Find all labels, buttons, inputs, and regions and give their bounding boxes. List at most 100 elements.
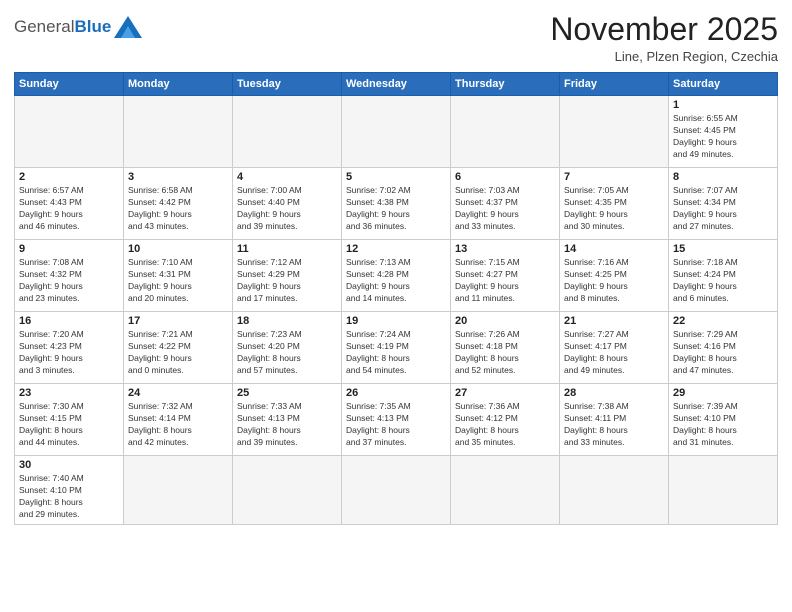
calendar-cell: 20 Sunrise: 7:26 AM Sunset: 4:18 PM Dayli… xyxy=(451,312,560,384)
calendar-week-row: 16Sunrise: 7:20 AM Sunset: 4:23 PM Dayli… xyxy=(15,312,778,384)
day-number: 12 xyxy=(346,243,446,255)
day-info: Sunrise: 7:24 AM Sunset: 4:19 PM Dayligh… xyxy=(346,329,446,377)
day-info: Sunrise: 7:38 AM Sunset: 4:11 PM Dayligh… xyxy=(564,401,664,449)
day-info: Sunrise: 7:07 AM Sunset: 4:34 PM Dayligh… xyxy=(673,185,773,233)
calendar-cell: 3 Sunrise: 6:58 AM Sunset: 4:42 PM Daylig… xyxy=(124,168,233,240)
day-number: 2 xyxy=(19,171,119,183)
calendar-cell: 7 Sunrise: 7:05 AM Sunset: 4:35 PM Daylig… xyxy=(560,168,669,240)
day-number: 4 xyxy=(237,171,337,183)
calendar-cell: 18Sunrise: 7:23 AM Sunset: 4:20 PM Dayli… xyxy=(233,312,342,384)
calendar-cell: 27 Sunrise: 7:36 AM Sunset: 4:12 PM Dayli… xyxy=(451,384,560,456)
day-info: Sunrise: 7:00 AM Sunset: 4:40 PM Dayligh… xyxy=(237,185,337,233)
calendar-cell: 16Sunrise: 7:20 AM Sunset: 4:23 PM Dayli… xyxy=(15,312,124,384)
day-number: 27 xyxy=(455,387,555,399)
calendar-cell xyxy=(669,456,778,525)
logo-blue-text: Blue xyxy=(74,17,111,37)
day-info: Sunrise: 7:13 AM Sunset: 4:28 PM Dayligh… xyxy=(346,257,446,305)
calendar-cell: 30 Sunrise: 7:40 AM Sunset: 4:10 PM Dayli… xyxy=(15,456,124,525)
calendar-week-row: 2Sunrise: 6:57 AM Sunset: 4:43 PM Daylig… xyxy=(15,168,778,240)
day-number: 26 xyxy=(346,387,446,399)
day-number: 19 xyxy=(346,315,446,327)
day-info: Sunrise: 7:15 AM Sunset: 4:27 PM Dayligh… xyxy=(455,257,555,305)
calendar-cell: 11 Sunrise: 7:12 AM Sunset: 4:29 PM Dayli… xyxy=(233,240,342,312)
day-info: Sunrise: 7:35 AM Sunset: 4:13 PM Dayligh… xyxy=(346,401,446,449)
weekday-header: Sunday xyxy=(15,73,124,96)
day-info: Sunrise: 7:02 AM Sunset: 4:38 PM Dayligh… xyxy=(346,185,446,233)
day-info: Sunrise: 7:03 AM Sunset: 4:37 PM Dayligh… xyxy=(455,185,555,233)
calendar-cell: 2Sunrise: 6:57 AM Sunset: 4:43 PM Daylig… xyxy=(15,168,124,240)
day-info: Sunrise: 7:05 AM Sunset: 4:35 PM Dayligh… xyxy=(564,185,664,233)
calendar-cell: 15 Sunrise: 7:18 AM Sunset: 4:24 PM Dayli… xyxy=(669,240,778,312)
day-info: Sunrise: 7:26 AM Sunset: 4:18 PM Dayligh… xyxy=(455,329,555,377)
logo-general-text: General xyxy=(14,17,74,37)
weekday-header: Friday xyxy=(560,73,669,96)
logo: General Blue xyxy=(14,16,142,38)
day-number: 6 xyxy=(455,171,555,183)
day-info: Sunrise: 7:29 AM Sunset: 4:16 PM Dayligh… xyxy=(673,329,773,377)
calendar-cell: 13 Sunrise: 7:15 AM Sunset: 4:27 PM Dayli… xyxy=(451,240,560,312)
calendar-cell: 10Sunrise: 7:10 AM Sunset: 4:31 PM Dayli… xyxy=(124,240,233,312)
calendar-cell: 9 Sunrise: 7:08 AM Sunset: 4:32 PM Daylig… xyxy=(15,240,124,312)
calendar-cell xyxy=(451,456,560,525)
calendar-cell: 22Sunrise: 7:29 AM Sunset: 4:16 PM Dayli… xyxy=(669,312,778,384)
day-info: Sunrise: 7:39 AM Sunset: 4:10 PM Dayligh… xyxy=(673,401,773,449)
calendar-cell: 25Sunrise: 7:33 AM Sunset: 4:13 PM Dayli… xyxy=(233,384,342,456)
calendar-cell xyxy=(342,96,451,168)
calendar-cell xyxy=(15,96,124,168)
day-number: 20 xyxy=(455,315,555,327)
day-number: 7 xyxy=(564,171,664,183)
day-info: Sunrise: 7:20 AM Sunset: 4:23 PM Dayligh… xyxy=(19,329,119,377)
calendar-cell xyxy=(233,456,342,525)
day-number: 17 xyxy=(128,315,228,327)
day-info: Sunrise: 7:36 AM Sunset: 4:12 PM Dayligh… xyxy=(455,401,555,449)
calendar-cell: 5Sunrise: 7:02 AM Sunset: 4:38 PM Daylig… xyxy=(342,168,451,240)
calendar-cell: 17Sunrise: 7:21 AM Sunset: 4:22 PM Dayli… xyxy=(124,312,233,384)
day-number: 9 xyxy=(19,243,119,255)
day-info: Sunrise: 7:08 AM Sunset: 4:32 PM Dayligh… xyxy=(19,257,119,305)
calendar-cell: 23 Sunrise: 7:30 AM Sunset: 4:15 PM Dayli… xyxy=(15,384,124,456)
day-number: 21 xyxy=(564,315,664,327)
logo-area: General Blue xyxy=(14,12,142,38)
calendar-cell: 26 Sunrise: 7:35 AM Sunset: 4:13 PM Dayli… xyxy=(342,384,451,456)
top-section: General Blue November 2025 Line, Plzen R… xyxy=(14,12,778,64)
calendar-cell xyxy=(560,456,669,525)
day-info: Sunrise: 7:32 AM Sunset: 4:14 PM Dayligh… xyxy=(128,401,228,449)
day-info: Sunrise: 7:18 AM Sunset: 4:24 PM Dayligh… xyxy=(673,257,773,305)
day-info: Sunrise: 6:58 AM Sunset: 4:42 PM Dayligh… xyxy=(128,185,228,233)
calendar-cell: 4 Sunrise: 7:00 AM Sunset: 4:40 PM Daylig… xyxy=(233,168,342,240)
day-number: 1 xyxy=(673,99,773,111)
logo-icon xyxy=(114,16,142,38)
calendar-cell xyxy=(233,96,342,168)
calendar-week-row: 9 Sunrise: 7:08 AM Sunset: 4:32 PM Daylig… xyxy=(15,240,778,312)
calendar-cell: 6 Sunrise: 7:03 AM Sunset: 4:37 PM Daylig… xyxy=(451,168,560,240)
day-number: 11 xyxy=(237,243,337,255)
calendar-cell: 21 Sunrise: 7:27 AM Sunset: 4:17 PM Dayli… xyxy=(560,312,669,384)
day-info: Sunrise: 7:40 AM Sunset: 4:10 PM Dayligh… xyxy=(19,473,119,521)
day-info: Sunrise: 7:30 AM Sunset: 4:15 PM Dayligh… xyxy=(19,401,119,449)
day-number: 13 xyxy=(455,243,555,255)
day-info: Sunrise: 7:12 AM Sunset: 4:29 PM Dayligh… xyxy=(237,257,337,305)
day-info: Sunrise: 7:27 AM Sunset: 4:17 PM Dayligh… xyxy=(564,329,664,377)
day-number: 23 xyxy=(19,387,119,399)
calendar-cell: 14 Sunrise: 7:16 AM Sunset: 4:25 PM Dayli… xyxy=(560,240,669,312)
weekday-header: Saturday xyxy=(669,73,778,96)
calendar-cell: 12 Sunrise: 7:13 AM Sunset: 4:28 PM Dayli… xyxy=(342,240,451,312)
day-number: 30 xyxy=(19,459,119,471)
calendar-cell: 29Sunrise: 7:39 AM Sunset: 4:10 PM Dayli… xyxy=(669,384,778,456)
main-title: November 2025 xyxy=(550,12,778,47)
page: General Blue November 2025 Line, Plzen R… xyxy=(0,0,792,612)
day-number: 18 xyxy=(237,315,337,327)
weekday-header: Monday xyxy=(124,73,233,96)
calendar-cell xyxy=(124,456,233,525)
calendar-week-row: 1Sunrise: 6:55 AM Sunset: 4:45 PM Daylig… xyxy=(15,96,778,168)
day-number: 14 xyxy=(564,243,664,255)
header-row: SundayMondayTuesdayWednesdayThursdayFrid… xyxy=(15,73,778,96)
day-number: 15 xyxy=(673,243,773,255)
day-number: 8 xyxy=(673,171,773,183)
day-number: 10 xyxy=(128,243,228,255)
day-info: Sunrise: 7:16 AM Sunset: 4:25 PM Dayligh… xyxy=(564,257,664,305)
day-number: 24 xyxy=(128,387,228,399)
day-number: 3 xyxy=(128,171,228,183)
calendar-cell: 8 Sunrise: 7:07 AM Sunset: 4:34 PM Daylig… xyxy=(669,168,778,240)
calendar-week-row: 23 Sunrise: 7:30 AM Sunset: 4:15 PM Dayli… xyxy=(15,384,778,456)
